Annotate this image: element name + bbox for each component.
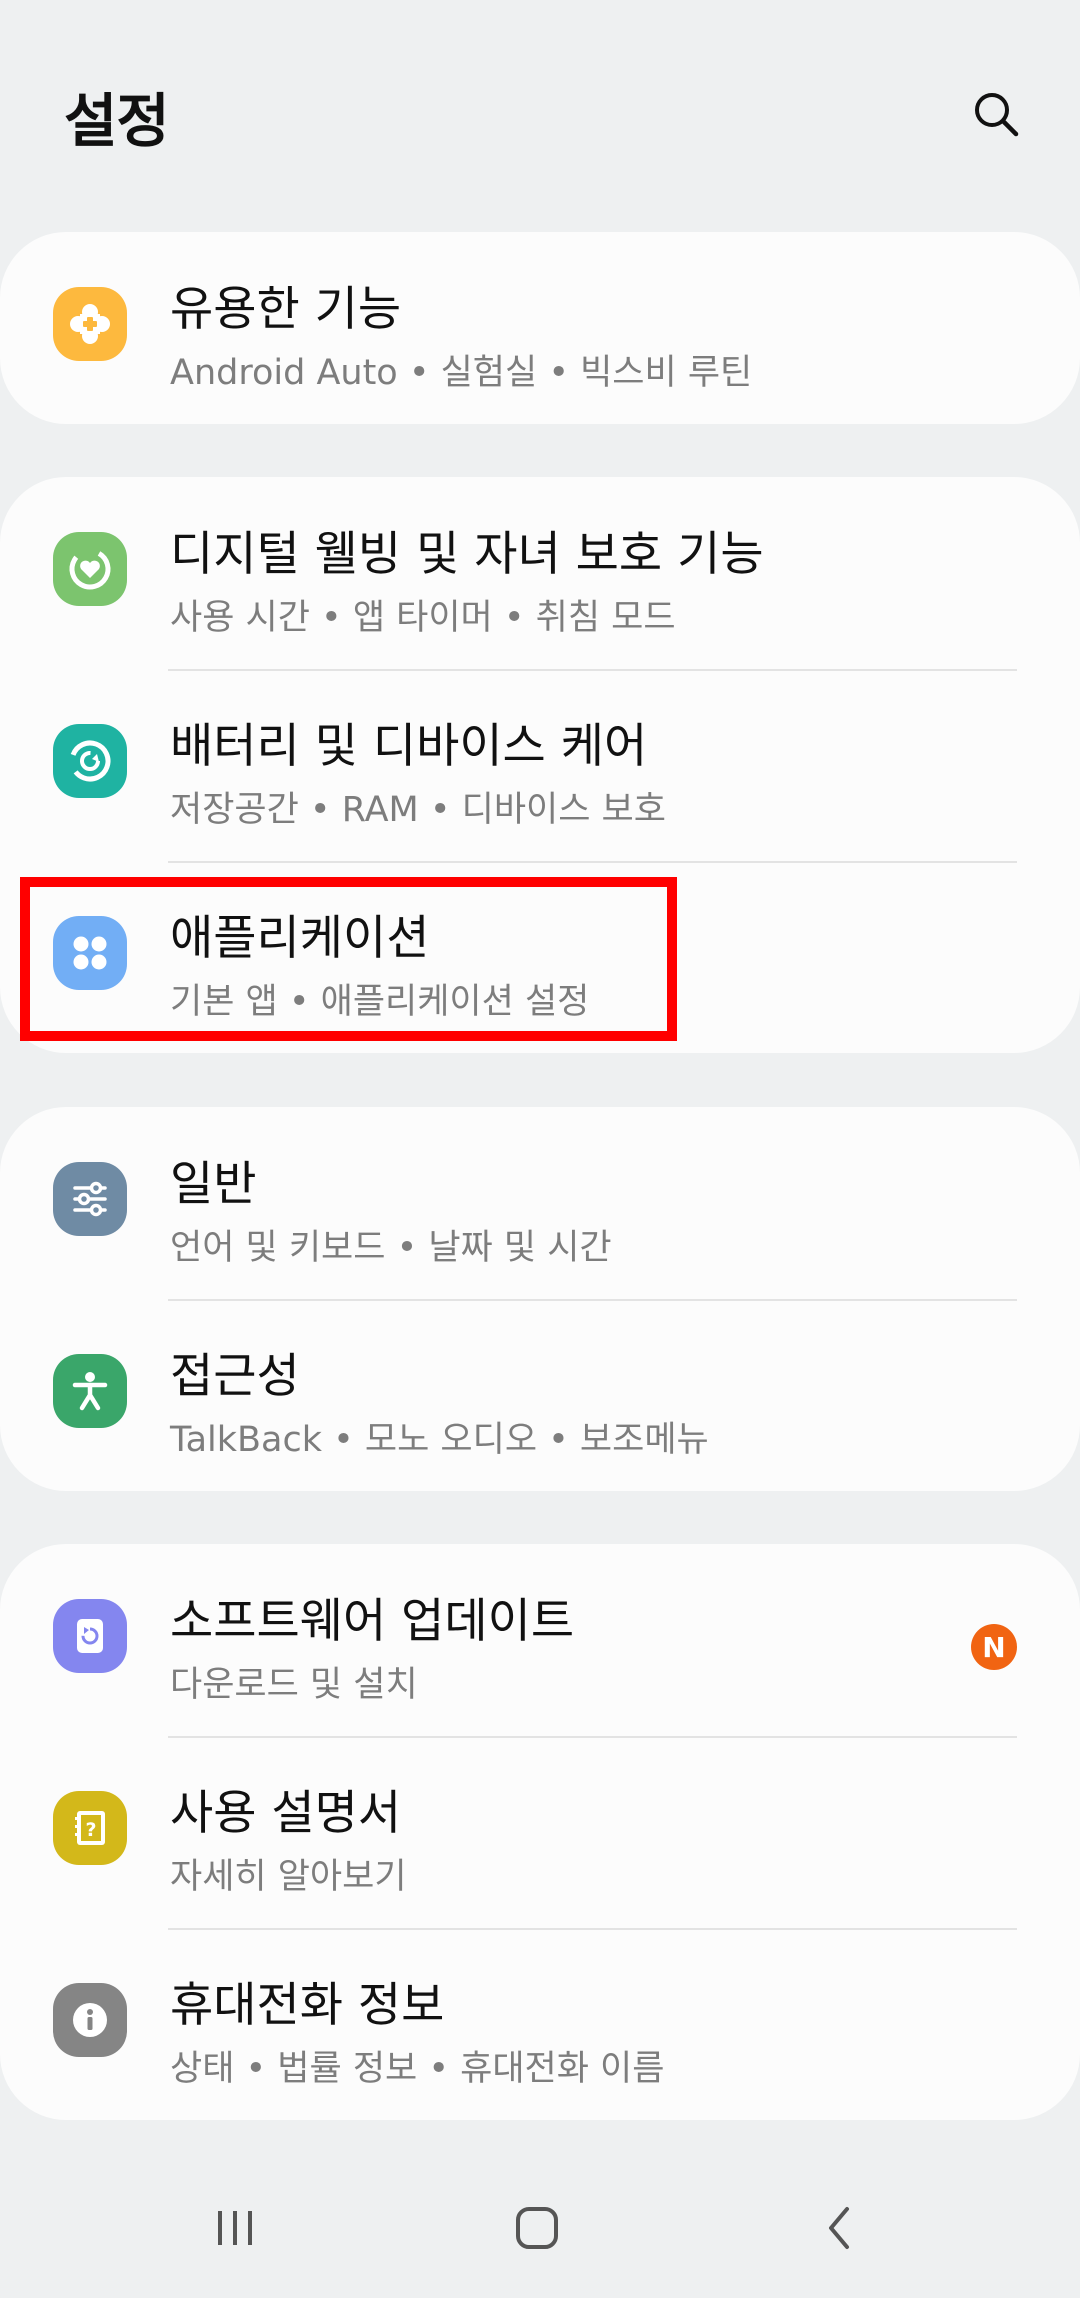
settings-item-title: 휴대전화 정보 (170, 1978, 445, 2033)
home-button[interactable] (477, 2180, 597, 2276)
settings-item-user-manual[interactable]: ? 사용 설명서 자세히 알아보기 (0, 1736, 1080, 1928)
back-icon (829, 2207, 849, 2249)
recents-icon (218, 2211, 252, 2245)
settings-item-subtitle: TalkBack • 모노 오디오 • 보조메뉴 (170, 1420, 709, 1460)
settings-item-digital-wellbeing[interactable]: 디지털 웰빙 및 자녀 보호 기능 사용 시간 • 앱 타이머 • 취침 모드 (0, 477, 1080, 669)
settings-item-title: 유용한 기능 (170, 282, 402, 337)
settings-item-subtitle: 저장공간 • RAM • 디바이스 보호 (170, 790, 666, 830)
new-badge: N (971, 1624, 1017, 1670)
settings-item-title: 사용 설명서 (170, 1786, 402, 1841)
settings-item-phone-info[interactable]: 휴대전화 정보 상태 • 법률 정보 • 휴대전화 이름 (0, 1928, 1080, 2120)
search-button[interactable] (962, 80, 1030, 148)
header: 설정 (0, 0, 1080, 220)
settings-item-title: 디지털 웰빙 및 자녀 보호 기능 (170, 527, 764, 582)
accessibility-person-icon (53, 1354, 127, 1428)
settings-group-useful: 유용한 기능 Android Auto • 실험실 • 빅스비 루틴 (0, 232, 1080, 424)
settings-item-title: 접근성 (170, 1349, 300, 1404)
settings-item-subtitle: 언어 및 키보드 • 날짜 및 시간 (170, 1228, 612, 1268)
settings-item-general[interactable]: 일반 언어 및 키보드 • 날짜 및 시간 (0, 1107, 1080, 1299)
settings-group-general: 일반 언어 및 키보드 • 날짜 및 시간 접근성 TalkBack • 모노 … (0, 1107, 1080, 1491)
home-icon (516, 2207, 558, 2249)
page-title: 설정 (64, 87, 170, 155)
device-care-icon (53, 724, 127, 798)
settings-item-title: 배터리 및 디바이스 케어 (170, 719, 648, 774)
wellbeing-heart-icon (53, 532, 127, 606)
settings-item-subtitle: 상태 • 법률 정보 • 휴대전화 이름 (170, 2049, 665, 2089)
software-update-icon (53, 1599, 127, 1673)
recents-button[interactable] (175, 2180, 295, 2276)
settings-item-software-update[interactable]: 소프트웨어 업데이트 다운로드 및 설치 N (0, 1544, 1080, 1736)
settings-item-title: 소프트웨어 업데이트 (170, 1594, 575, 1649)
puzzle-icon (53, 287, 127, 361)
settings-item-subtitle: 사용 시간 • 앱 타이머 • 취침 모드 (170, 598, 676, 638)
settings-item-title: 일반 (170, 1157, 257, 1212)
settings-item-subtitle: 자세히 알아보기 (170, 1857, 407, 1897)
svg-text:?: ? (85, 1819, 96, 1841)
sliders-icon (53, 1162, 127, 1236)
highlight-box (20, 877, 677, 1041)
search-icon (975, 93, 1019, 137)
settings-group-support: 소프트웨어 업데이트 다운로드 및 설치 N ? 사용 설명서 자세히 알아보기 (0, 1544, 1080, 2120)
user-manual-icon: ? (53, 1791, 127, 1865)
back-button[interactable] (780, 2180, 900, 2276)
settings-item-accessibility[interactable]: 접근성 TalkBack • 모노 오디오 • 보조메뉴 (0, 1299, 1080, 1491)
info-icon (53, 1983, 127, 2057)
settings-item-battery-device-care[interactable]: 배터리 및 디바이스 케어 저장공간 • RAM • 디바이스 보호 (0, 669, 1080, 861)
settings-item-useful-features[interactable]: 유용한 기능 Android Auto • 실험실 • 빅스비 루틴 (0, 232, 1080, 424)
settings-item-subtitle: 다운로드 및 설치 (170, 1665, 418, 1705)
navigation-bar (0, 2160, 1080, 2298)
settings-item-subtitle: Android Auto • 실험실 • 빅스비 루틴 (170, 353, 753, 393)
